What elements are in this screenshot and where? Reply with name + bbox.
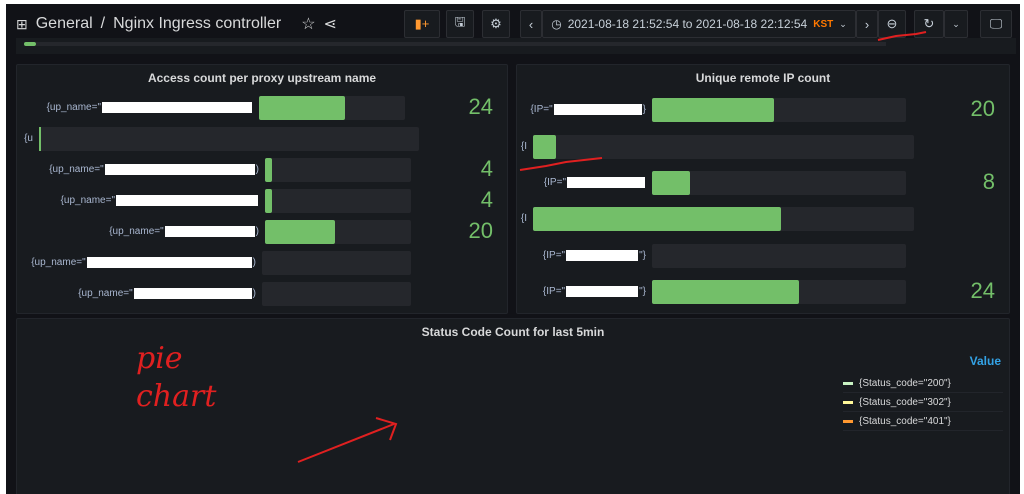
annotation-line: chart (136, 379, 217, 414)
annotation-text: pie chart (136, 340, 216, 416)
annotation-underline (877, 31, 927, 41)
grafana-dashboard: ⊞ General / Nginx Ingress controller ☆ ⋖… (6, 4, 1020, 494)
annotation-arrow (297, 417, 398, 463)
annotation-line: pie (136, 341, 183, 376)
annotation-underline (519, 157, 603, 171)
red-annotations (297, 31, 927, 463)
